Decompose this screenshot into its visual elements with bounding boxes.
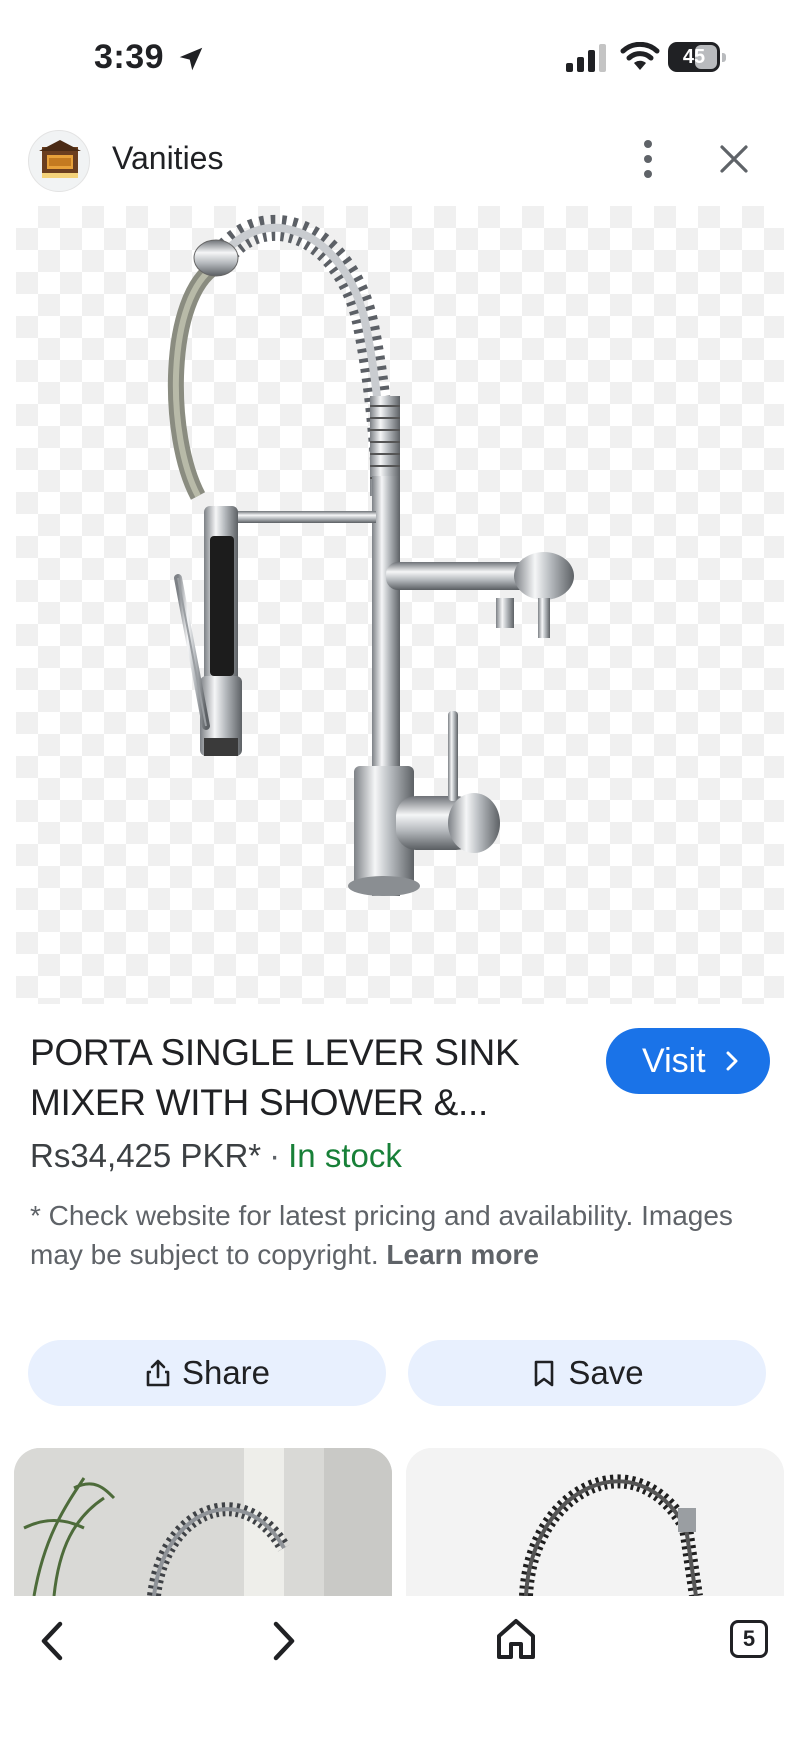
share-button-label: Share [181, 1354, 271, 1391]
product-price: Rs34,425 PKR* [30, 1137, 262, 1174]
forward-arrow-icon[interactable] [266, 1618, 302, 1664]
home-icon[interactable] [494, 1616, 538, 1662]
bookmark-icon [535, 1360, 554, 1387]
faucet-illustration [167, 214, 574, 896]
disclaimer-text: * Check website for latest pricing and a… [30, 1200, 733, 1270]
back-arrow-icon[interactable] [34, 1618, 70, 1664]
visit-button-label: Visit [642, 1042, 706, 1080]
price-separator: · [269, 1137, 281, 1174]
product-title[interactable]: PORTA SINGLE LEVER SINK MIXER WITH SHOWE… [30, 1028, 550, 1128]
stock-status: In stock [288, 1137, 402, 1174]
bottom-navigation: 5 [0, 1596, 800, 1738]
cellular-signal-icon [566, 44, 606, 72]
status-time: 3:39 [94, 38, 165, 76]
location-arrow-icon [179, 47, 203, 71]
header: Vanities [0, 126, 800, 194]
related-image-1[interactable] [14, 1448, 392, 1596]
chevron-right-icon [726, 1051, 738, 1071]
price-row: Rs34,425 PKR* · In stock [30, 1137, 402, 1175]
save-button-label: Save [568, 1354, 644, 1391]
related-image-2[interactable] [406, 1448, 784, 1596]
share-button[interactable]: Share [28, 1340, 386, 1406]
close-icon[interactable] [714, 138, 754, 180]
learn-more-link[interactable]: Learn more [386, 1239, 539, 1270]
disclaimer: * Check website for latest pricing and a… [30, 1196, 770, 1274]
site-favicon [28, 130, 90, 192]
product-image[interactable] [16, 206, 784, 1004]
share-icon [146, 1359, 170, 1387]
save-button[interactable]: Save [408, 1340, 766, 1406]
status-bar: 3:39 45 [0, 0, 800, 118]
wifi-icon [620, 42, 660, 70]
battery-level: 45 [682, 46, 706, 68]
more-vert-icon[interactable] [630, 136, 666, 182]
battery-icon: 45 [668, 42, 726, 72]
visit-button[interactable]: Visit [606, 1028, 770, 1094]
page: 3:39 45 Vanities PORTA SINGLE LEVER SINK… [0, 0, 800, 1738]
tabs-count-button[interactable]: 5 [730, 1620, 768, 1658]
site-name[interactable]: Vanities [112, 140, 223, 177]
